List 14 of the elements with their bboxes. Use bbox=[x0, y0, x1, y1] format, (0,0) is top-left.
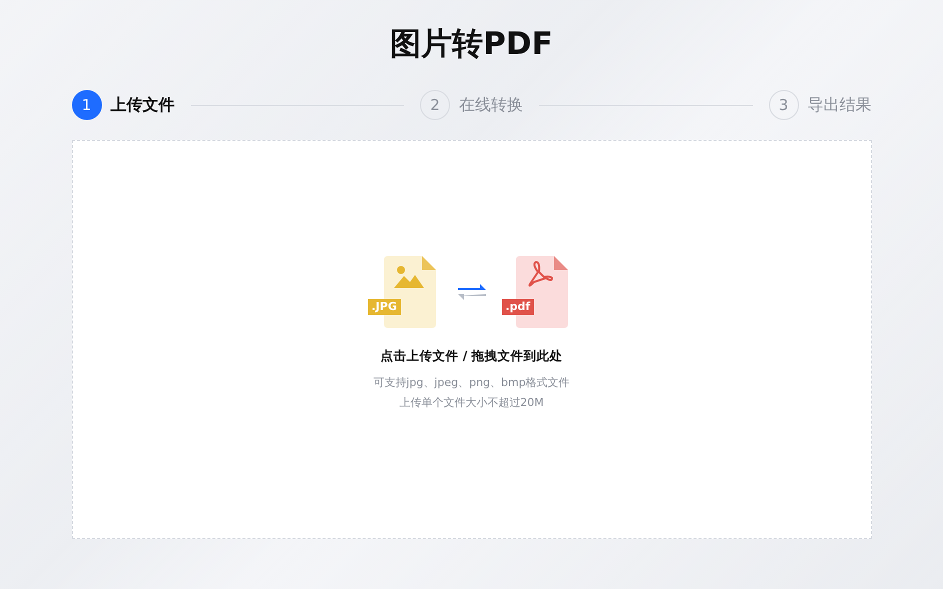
page-title: 图片转PDF bbox=[390, 25, 553, 64]
step-number: 1 bbox=[72, 90, 102, 120]
swap-arrows-icon bbox=[458, 282, 486, 302]
pdf-label: .pdf bbox=[502, 299, 534, 315]
upload-drop-zone[interactable]: .JPG .pdf 点击上传文件 / 拖拽文件到此处 可支持jpg、jpeg、png、bmp格式文件 上传单个文件大小不超过20M bbox=[72, 140, 872, 539]
step-label: 导出结果 bbox=[808, 94, 872, 116]
size-limit-hint: 上传单个文件大小不超过20M bbox=[399, 395, 544, 411]
step-label: 在线转换 bbox=[459, 94, 523, 116]
upload-prompt: 点击上传文件 / 拖拽文件到此处 bbox=[380, 348, 563, 365]
step-number: 3 bbox=[768, 90, 798, 120]
format-hint: 可支持jpg、jpeg、png、bmp格式文件 bbox=[373, 375, 570, 391]
step-number: 2 bbox=[420, 90, 450, 120]
jpg-label: .JPG bbox=[368, 299, 401, 315]
step-label: 上传文件 bbox=[110, 94, 174, 116]
